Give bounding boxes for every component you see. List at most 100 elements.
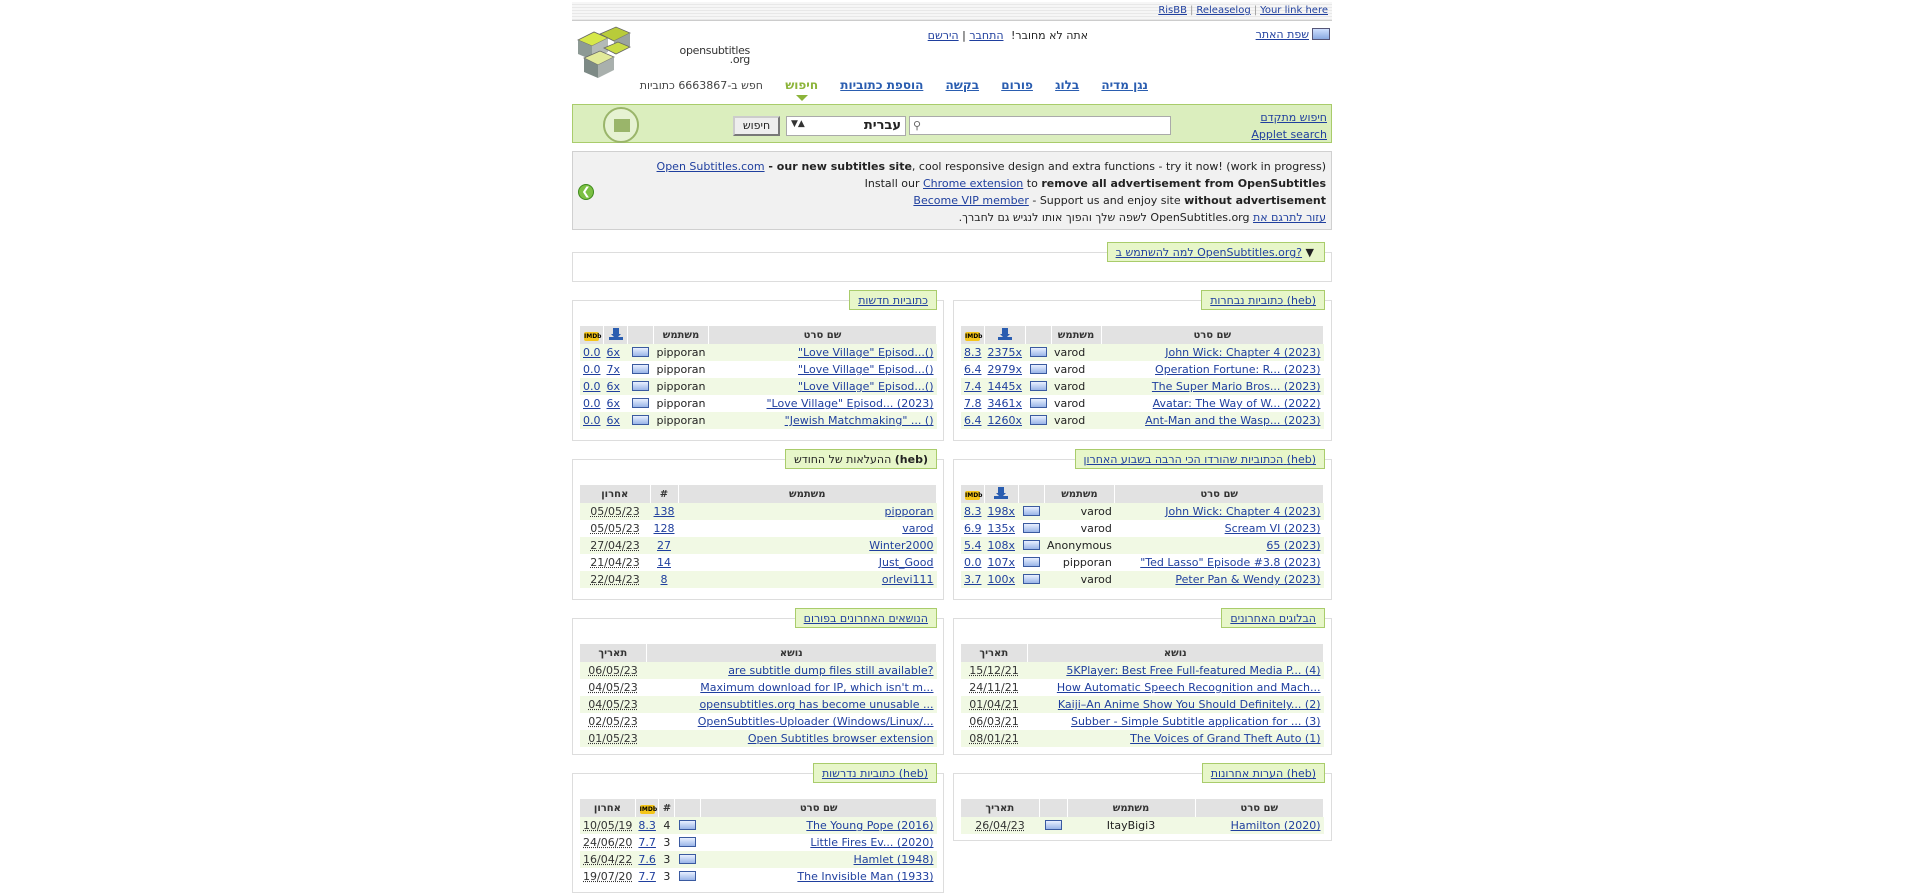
uploader-link[interactable]: Just_Good [879, 556, 934, 569]
movie-title-link[interactable]: Operation Fortune: R... (2023) [1155, 363, 1320, 376]
table-row[interactable]: 10/05/19 8.3 4 The Young Pope (2016) [580, 817, 937, 834]
movie-title-link[interactable]: Hamlet (1948) [854, 853, 934, 866]
movie-title-link[interactable]: 65 (2023) [1266, 539, 1320, 552]
back-arrow-icon[interactable]: ❮ [578, 184, 594, 200]
table-row[interactable]: 21/04/23 14 Just_Good [580, 554, 937, 571]
table-row[interactable]: 06/03/21 Subber - Simple Subtitle applica… [961, 713, 1324, 730]
nav-item-request[interactable]: בקשה [946, 78, 980, 92]
blog-link[interactable]: How Automatic Speech Recognition and Mac… [1057, 681, 1321, 694]
most-downloaded-tab[interactable]: הכתוביות שהורדו הכי הרבה בשבוע האחרון (h… [1074, 449, 1325, 469]
forum-topic-link[interactable]: Maximum download for IP, which isn't m..… [700, 681, 933, 694]
rating[interactable]: 7.4 [964, 380, 982, 393]
rating[interactable]: 8.3 [638, 819, 656, 832]
download-count[interactable]: 6x [607, 397, 621, 410]
rating[interactable]: 0.0 [583, 346, 601, 359]
nav-item-media-player[interactable]: נגן מדיה [1101, 78, 1148, 92]
opensubtitles-com-link[interactable]: Open Subtitles.com [657, 160, 765, 173]
forum-topics-tab[interactable]: הנושאים האחרונים בפורום [794, 608, 937, 628]
download-count[interactable]: 7x [607, 363, 621, 376]
download-count[interactable]: 100x [988, 573, 1016, 586]
new-subtitles-title[interactable]: כתוביות חדשות [858, 294, 928, 307]
download-count[interactable]: 1445x [988, 380, 1023, 393]
blog-link[interactable]: Subber - Simple Subtitle application for… [1071, 715, 1321, 728]
blog-link[interactable]: Kaiji–An Anime Show You Should Definitel… [1058, 698, 1321, 711]
table-row[interactable]: 22/04/23 8 orlevi111 [580, 571, 937, 588]
movie-title-link[interactable]: "Love Village" Episod...() [798, 363, 934, 376]
movie-title-link[interactable]: "Ted Lasso" Episode #3.8 (2023) [1140, 556, 1320, 569]
table-row[interactable]: 16/04/22 7.6 3 Hamlet (1948) [580, 851, 937, 868]
download-count[interactable]: 6x [607, 380, 621, 393]
table-row[interactable]: 0.0 6x pipporan "Love Village" Episod... (2… [580, 395, 937, 412]
table-row[interactable]: 8.3 2375x varod John Wick: Chapter 4 (2023) [961, 344, 1324, 361]
topbar-link-your-link[interactable]: Your link here [1260, 5, 1328, 16]
download-count[interactable]: 135x [988, 522, 1016, 535]
table-row[interactable]: 05/05/23 138 pipporan [580, 503, 937, 520]
movie-title-link[interactable]: Little Fires Ev... (2020) [810, 836, 933, 849]
movie-title-link[interactable]: "Love Village" Episod...() [798, 380, 934, 393]
advanced-search-link[interactable]: חיפוש מתקדם [1260, 111, 1327, 124]
movie-title-link[interactable]: John Wick: Chapter 4 (2023) [1165, 346, 1320, 359]
rating[interactable]: 7.7 [638, 836, 656, 849]
rating[interactable]: 0.0 [583, 414, 601, 427]
rating[interactable]: 7.6 [638, 853, 656, 866]
table-row[interactable]: 7.8 3461x varod Avatar: The Way of W... (20… [961, 395, 1324, 412]
download-count[interactable]: 2375x [988, 346, 1023, 359]
movie-title-link[interactable]: Avatar: The Way of W... (2022) [1153, 397, 1321, 410]
rating[interactable]: 0.0 [583, 363, 601, 376]
download-count[interactable]: 2979x [988, 363, 1023, 376]
table-row[interactable]: 24/11/21 How Automatic Speech Recognition… [961, 679, 1324, 696]
table-row[interactable]: 01/05/23 Open Subtitles browser extension [580, 730, 937, 747]
vip-member-link[interactable]: Become VIP member [913, 194, 1028, 207]
blog-link[interactable]: The Voices of Grand Theft Auto (1) [1130, 732, 1320, 745]
table-row[interactable]: 3.7 100x varod Peter Pan & Wendy (2023) [961, 571, 1324, 588]
movie-title-link[interactable]: The Super Mario Bros... (2023) [1152, 380, 1321, 393]
site-language-link[interactable]: שפת האתר [1256, 28, 1330, 41]
download-count[interactable]: 107x [988, 556, 1016, 569]
register-link[interactable]: הירשם [928, 29, 959, 42]
requested-subtitles-tab[interactable]: כתוביות נדרשות (heb) [812, 763, 937, 783]
search-button[interactable]: חיפוש [733, 116, 780, 136]
forum-topic-link[interactable]: are subtitle dump files still available? [728, 664, 933, 677]
table-row[interactable]: 24/06/20 7.7 3 Little Fires Ev... (2020) [580, 834, 937, 851]
uploader-link[interactable]: Winter2000 [869, 539, 933, 552]
latest-blogs-tab[interactable]: הבלוגים האחרונים [1221, 608, 1325, 628]
rating[interactable]: 8.3 [964, 505, 982, 518]
requested-subtitles-title[interactable]: כתוביות נדרשות [822, 767, 895, 780]
most-downloaded-title[interactable]: הכתוביות שהורדו הכי הרבה בשבוע האחרון [1084, 453, 1284, 466]
latest-comments-tab[interactable]: הערות אחרונות (heb) [1201, 763, 1325, 783]
table-row[interactable]: 04/05/23 opensubtitles.org has become unu… [580, 696, 937, 713]
help-translate-link[interactable]: עזור לתרגם את [1253, 211, 1326, 224]
table-row[interactable]: 26/04/23 ItayBigi3 Hamilton (2020) [961, 817, 1324, 834]
search-input[interactable]: ⚲ [909, 116, 1171, 135]
table-row[interactable]: 8.3 198x varod John Wick: Chapter 4 (2023) [961, 503, 1324, 520]
featured-title[interactable]: כתוביות נבחרות [1210, 294, 1283, 307]
table-row[interactable]: 5.4 108x Anonymous 65 (2023) [961, 537, 1324, 554]
rating[interactable]: 3.7 [964, 573, 982, 586]
table-row[interactable]: 04/05/23 Maximum download for IP, which i… [580, 679, 937, 696]
latest-blogs-title[interactable]: הבלוגים האחרונים [1230, 612, 1316, 625]
download-count[interactable]: 6x [607, 414, 621, 427]
nav-item-blog[interactable]: בלוג [1055, 78, 1079, 92]
rating[interactable]: 6.4 [964, 363, 982, 376]
applet-search-link[interactable]: Applet search [1251, 128, 1327, 141]
table-row[interactable]: 06/05/23 are subtitle dump files still av… [580, 662, 937, 679]
download-count[interactable]: 198x [988, 505, 1016, 518]
table-row[interactable]: 15/12/21 5KPlayer: Best Free Full-feature… [961, 662, 1324, 679]
nav-item-forum[interactable]: פורום [1001, 78, 1033, 92]
movie-title-link[interactable]: Scream VI (2023) [1225, 522, 1321, 535]
rating[interactable]: 7.8 [964, 397, 982, 410]
forum-topics-title[interactable]: הנושאים האחרונים בפורום [804, 612, 928, 625]
uploader-link[interactable]: varod [902, 522, 933, 535]
latest-comments-title[interactable]: הערות אחרונות [1211, 767, 1283, 780]
upload-count[interactable]: 27 [657, 539, 671, 552]
site-language-label[interactable]: שפת האתר [1256, 28, 1309, 41]
topbar-link-releaselog[interactable]: Releaselog [1196, 5, 1250, 16]
forum-topic-link[interactable]: Open Subtitles browser extension [748, 732, 934, 745]
login-link[interactable]: התחבר [969, 29, 1003, 42]
forum-topic-link[interactable]: OpenSubtitles-Uploader (Windows/Linux/..… [698, 715, 934, 728]
download-count[interactable]: 3461x [988, 397, 1023, 410]
rating[interactable]: 0.0 [583, 380, 601, 393]
movie-title-link[interactable]: Ant-Man and the Wasp... (2023) [1145, 414, 1320, 427]
rating[interactable]: 8.3 [964, 346, 982, 359]
table-row[interactable]: 27/04/23 27 Winter2000 [580, 537, 937, 554]
